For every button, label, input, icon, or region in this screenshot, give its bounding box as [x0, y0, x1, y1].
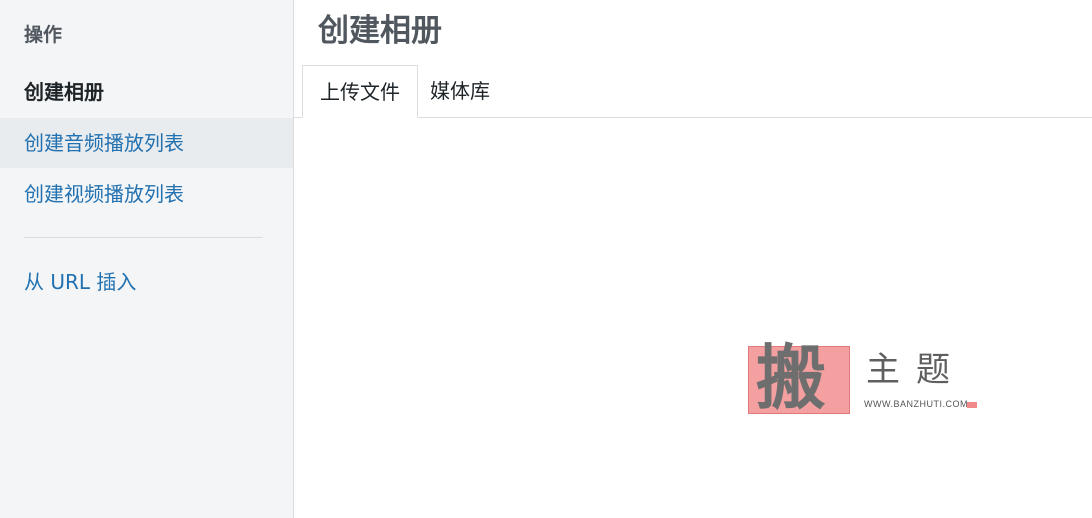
menu-item-create-video-playlist[interactable]: 创建视频播放列表 [0, 169, 293, 219]
menu-separator [24, 237, 263, 238]
media-modal: 操作 创建相册 创建音频播放列表 创建视频播放列表 从 URL 插入 创建相册 … [0, 0, 1092, 518]
page-title: 创建相册 [318, 13, 442, 49]
tab-media-library[interactable]: 媒体库 [430, 65, 490, 117]
media-menu-sidebar: 操作 创建相册 创建音频播放列表 创建视频播放列表 从 URL 插入 [0, 0, 294, 518]
menu-item-create-audio-playlist[interactable]: 创建音频播放列表 [0, 118, 293, 168]
watermark-url: WWW.BANZHUTI.COM [864, 399, 968, 409]
watermark-stamp-char: 搬 [756, 336, 826, 419]
watermark-tag [967, 402, 977, 408]
media-frame-content: 创建相册 上传文件 媒体库 [294, 0, 1092, 518]
sidebar-heading: 操作 [24, 24, 63, 46]
tab-upload-files[interactable]: 上传文件 [302, 65, 418, 118]
menu-item-insert-from-url[interactable]: 从 URL 插入 [0, 257, 293, 307]
menu-item-create-gallery[interactable]: 创建相册 [0, 67, 293, 117]
router-tabs: 上传文件 媒体库 [294, 65, 1092, 118]
watermark-title: 主题 [866, 350, 966, 390]
watermark-logo: 搬 主题 WWW.BANZHUTI.COM [748, 338, 980, 418]
